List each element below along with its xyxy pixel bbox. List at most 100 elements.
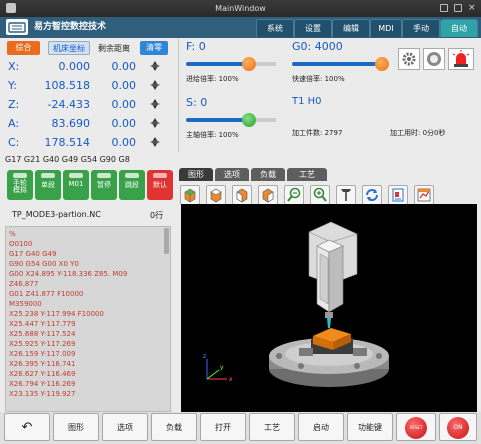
tab-process[interactable]: 工艺 (287, 168, 327, 181)
direction-icon[interactable] (150, 99, 160, 109)
modal-gcode-state: G17 G21 G40 G49 G54 G90 G8 (0, 152, 481, 168)
axis-value-y: 108.518 (44, 79, 91, 92)
feed-f-label: F: (186, 40, 196, 53)
maximize-icon[interactable] (454, 4, 462, 12)
led-indicator (69, 173, 83, 178)
spindle-rate-text: 主轴倍率: 100% (186, 131, 239, 139)
cube-front-icon[interactable] (180, 185, 200, 205)
gcode-line: Z46.877 (9, 280, 39, 288)
direction-icon[interactable] (150, 118, 160, 128)
start-button[interactable]: 启动 (298, 413, 344, 441)
open-button[interactable]: 打开 (200, 413, 246, 441)
handwheel-sim-button[interactable]: 手轮 模拟 (7, 170, 33, 200)
on-button[interactable]: ON (447, 417, 469, 439)
block-skip-button[interactable]: 跳段 (119, 170, 145, 200)
gcode-line: X26.627 Y-116.469 (9, 370, 76, 378)
default-label: 默认 (153, 181, 167, 189)
tab-graphics[interactable]: 图形 (179, 168, 213, 181)
direction-icon[interactable] (150, 61, 160, 71)
gcode-lines: % O0100 G17 G40 G49 G90 G54 G00 X0 Y0 G00 X2… (9, 229, 167, 399)
tab-manual[interactable]: 手动 (402, 19, 440, 37)
feed-override-slider[interactable] (186, 62, 276, 66)
parts-count-text: 加工件数: 2797 (292, 129, 343, 137)
chart-icon[interactable] (414, 185, 434, 205)
back-button[interactable]: ↶ (4, 413, 50, 441)
tab-system[interactable]: 系统 (256, 19, 294, 37)
function-keys-button[interactable]: 功能键 (347, 413, 393, 441)
single-block-button[interactable]: 单段 (35, 170, 61, 200)
gcode-scrollbar[interactable] (164, 228, 169, 254)
remaining-distance-label: 剩余距离 (98, 44, 130, 53)
options-button[interactable]: 选项 (102, 413, 148, 441)
graphics-button[interactable]: 图形 (53, 413, 99, 441)
refresh-icon[interactable] (362, 185, 382, 205)
app-name: 易方智控数控技术 (34, 22, 107, 32)
rapid-value: 4000 (314, 40, 343, 53)
led-indicator (41, 173, 55, 178)
tab-auto[interactable]: 自动 (440, 19, 478, 37)
optional-stop-button[interactable]: M01 (63, 170, 89, 200)
program-filename: TP_MODE3-partion.NC (12, 210, 101, 219)
axis-label-c: C: (8, 136, 20, 149)
direction-icon[interactable] (150, 137, 160, 147)
zoom-out-icon[interactable] (284, 185, 304, 205)
led-indicator (125, 173, 139, 178)
report-icon[interactable] (388, 185, 408, 205)
spindle-slider-knob[interactable] (242, 113, 256, 127)
axis-label-z: Z: (8, 98, 20, 111)
machining-time-text: 加工用时: 0分0秒 (390, 129, 446, 137)
pause-button[interactable]: 暂停 (91, 170, 117, 200)
axis-value-a: 83.690 (51, 117, 91, 130)
direction-icon[interactable] (150, 80, 160, 90)
svg-text:x: x (229, 376, 233, 383)
gcode-line: X26.794 Y-116.269 (9, 380, 76, 388)
cube-top-icon[interactable] (206, 185, 226, 205)
axis-value-z: -24.433 (47, 98, 90, 111)
feed-slider-knob[interactable] (242, 57, 256, 71)
gcode-line: X23.135 Y-119.927 (9, 390, 76, 398)
gcode-line: X25.238 Y-117.994 F10000 (9, 310, 104, 318)
window-title: MainWindow (215, 4, 266, 13)
spindle-override-slider[interactable] (186, 118, 276, 122)
app-menu-icon[interactable] (6, 3, 16, 13)
machine-coords-button[interactable]: 机床坐标 (48, 41, 90, 55)
on-button-frame[interactable]: ON (439, 413, 477, 441)
tab-mdi[interactable]: MDI (370, 19, 402, 37)
pause-label: 暂停 (97, 181, 111, 189)
zoom-in-icon[interactable] (310, 185, 330, 205)
led-indicator (97, 173, 111, 178)
tab-options[interactable]: 选项 (215, 168, 249, 181)
close-icon[interactable]: × (468, 4, 476, 13)
3d-simulation-viewport[interactable]: z x y (181, 204, 477, 412)
cube-side-icon[interactable] (232, 185, 252, 205)
feed-label: F: 0 (186, 40, 206, 53)
cube-iso-icon[interactable] (258, 185, 278, 205)
tab-edit[interactable]: 编辑 (332, 19, 370, 37)
axis-label-y: Y: (8, 79, 17, 92)
optional-stop-label: M01 (68, 180, 84, 188)
process-button[interactable]: 工艺 (249, 413, 295, 441)
default-button[interactable]: 默认 (147, 170, 173, 200)
minimize-icon[interactable] (440, 4, 448, 12)
load-button[interactable]: 负载 (151, 413, 197, 441)
tool-icon[interactable] (336, 185, 356, 205)
feed-value: 0 (198, 40, 206, 53)
rapid-override-slider[interactable] (292, 62, 387, 66)
program-line-count: 0行 (150, 211, 164, 220)
combined-coords-button[interactable]: 综合 (7, 41, 40, 55)
gcode-line: X25.688 Y-117.524 (9, 330, 76, 338)
power-indicator-icon[interactable] (423, 48, 445, 70)
reset-button-frame[interactable]: RESET (396, 413, 436, 441)
clear-button[interactable]: 清零 (140, 41, 168, 55)
settings-gear-icon[interactable] (398, 48, 420, 70)
svg-text:y: y (220, 364, 224, 371)
tab-settings[interactable]: 设置 (294, 19, 332, 37)
tab-load[interactable]: 负载 (251, 168, 285, 181)
alarm-light-icon[interactable] (448, 48, 474, 70)
rapid-slider-knob[interactable] (375, 57, 390, 71)
remaining-z: 0.00 (111, 98, 137, 111)
gcode-line: G01 Z41.877 F10000 (9, 290, 84, 298)
gcode-listing[interactable]: % O0100 G17 G40 G49 G90 G54 G00 X0 Y0 G00 X2… (5, 226, 171, 412)
tool-offset-label: T1 H0 (292, 96, 322, 107)
reset-button[interactable]: RESET (405, 417, 427, 439)
